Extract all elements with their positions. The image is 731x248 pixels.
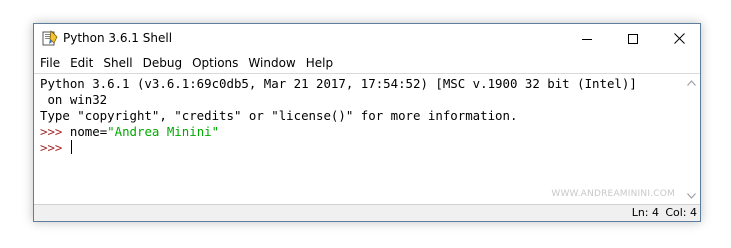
window-title: Python 3.6.1 Shell xyxy=(63,31,173,45)
text-cursor xyxy=(70,140,72,154)
title-bar[interactable]: Python 3.6.1 Shell xyxy=(34,24,700,53)
banner-line-2: on win32 xyxy=(40,92,108,107)
chevron-down-icon xyxy=(687,192,696,199)
scroll-down-button[interactable] xyxy=(683,187,700,204)
menu-options[interactable]: Options xyxy=(187,53,243,73)
current-prompt: >>> xyxy=(40,140,63,155)
vertical-scrollbar[interactable] xyxy=(683,73,700,204)
menu-help[interactable]: Help xyxy=(301,53,338,73)
shell-prompt: >>> xyxy=(40,124,63,139)
menu-shell[interactable]: Shell xyxy=(98,53,137,73)
shell-text-area[interactable]: Python 3.6.1 (v3.6.1:69c0db5, Mar 21 201… xyxy=(34,73,683,204)
status-column-number: Col: 4 xyxy=(665,206,697,219)
maximize-button[interactable] xyxy=(610,24,656,53)
menu-file[interactable]: File xyxy=(34,53,65,73)
minimize-icon xyxy=(582,38,592,40)
status-bar: Ln: 4 Col: 4 xyxy=(34,204,700,221)
maximize-icon xyxy=(628,33,638,44)
current-prompt-line: >>> xyxy=(40,140,683,156)
scroll-up-button[interactable] xyxy=(683,74,700,91)
status-line-number: Ln: 4 xyxy=(631,206,659,219)
close-icon xyxy=(673,33,685,44)
menu-window[interactable]: Window xyxy=(243,53,300,73)
menu-bar: File Edit Shell Debug Options Window Hel… xyxy=(34,53,700,73)
menu-edit[interactable]: Edit xyxy=(65,53,98,73)
watermark: WWW.ANDREAMININI.COM xyxy=(551,189,675,199)
banner-line-3: Type "copyright", "credits" or "license(… xyxy=(40,108,518,123)
input-code: nome= xyxy=(69,124,108,139)
banner-line-1: Python 3.6.1 (v3.6.1:69c0db5, Mar 21 201… xyxy=(40,76,637,91)
python-idle-icon xyxy=(42,30,58,46)
menu-debug[interactable]: Debug xyxy=(138,53,187,73)
idle-shell-window: Python 3.6.1 Shell File Edit Shell Debug… xyxy=(33,23,701,222)
chevron-up-icon xyxy=(687,79,696,86)
close-button[interactable] xyxy=(656,24,702,53)
input-string-literal: "Andrea Minini" xyxy=(107,124,220,139)
minimize-button[interactable] xyxy=(564,24,610,53)
input-line: >>> nome="Andrea Minini" xyxy=(40,124,683,140)
